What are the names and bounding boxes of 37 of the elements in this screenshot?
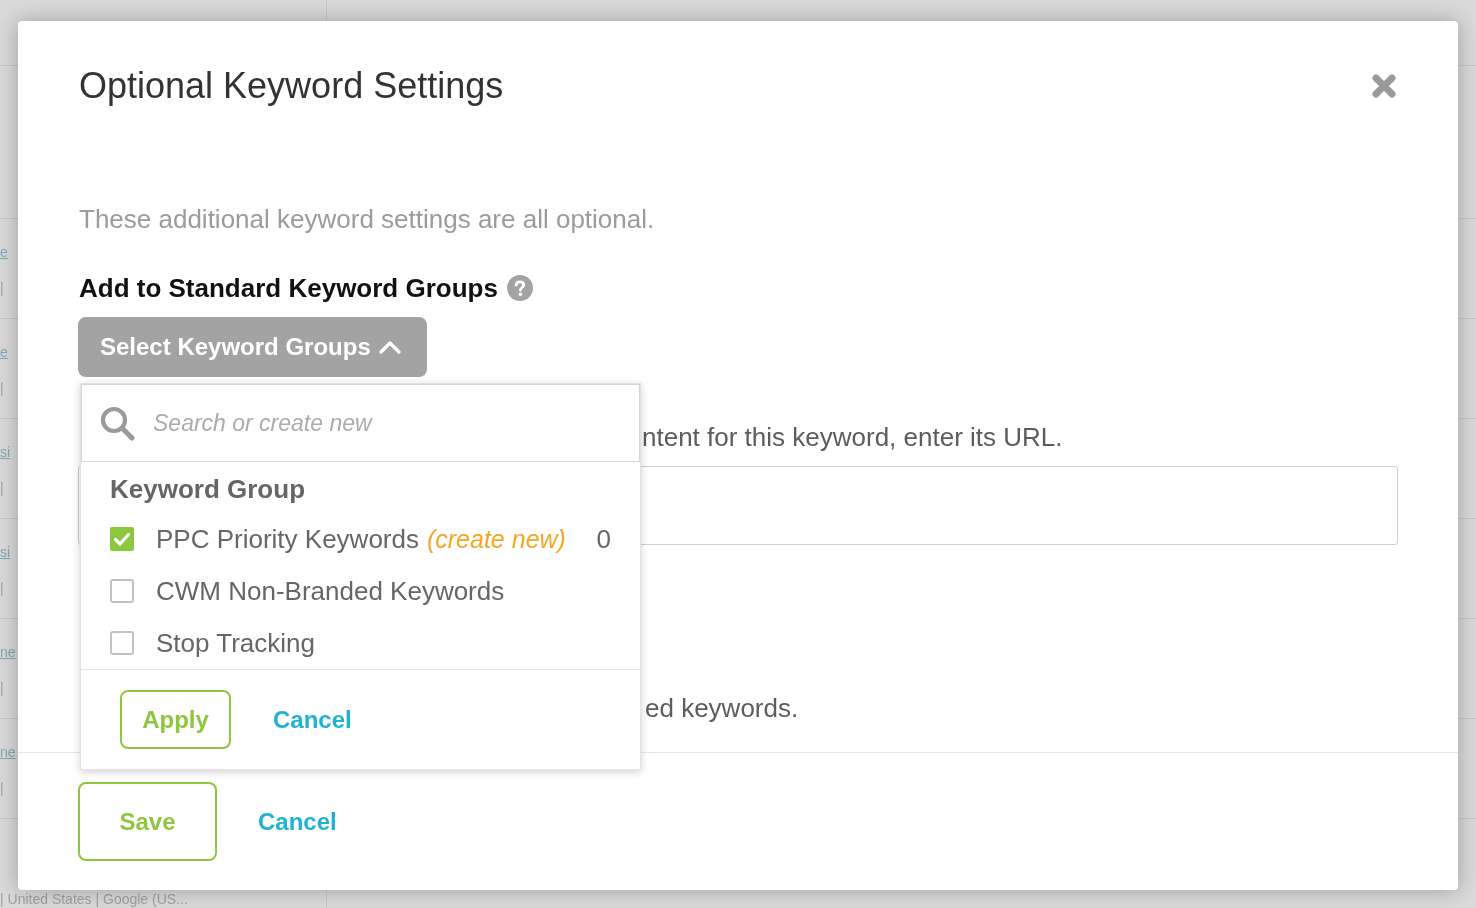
search-field[interactable]: Search or create new	[81, 384, 640, 462]
cancel-link[interactable]: Cancel	[258, 803, 337, 840]
close-icon[interactable]	[1371, 73, 1397, 99]
option-label[interactable]: PPC Priority Keywords	[156, 523, 419, 555]
help-icon	[506, 275, 533, 301]
help-text: ed keywords.	[645, 692, 799, 724]
option-label[interactable]: Stop Tracking	[156, 627, 315, 659]
background-link[interactable]: si	[0, 542, 11, 562]
section-heading: Add to Standard Keyword Groups	[79, 272, 498, 305]
background-link[interactable]: ne	[0, 642, 16, 662]
help-text: ntent for this keyword, enter its URL.	[642, 421, 1063, 453]
background-link[interactable]: ne	[0, 742, 16, 762]
checkbox[interactable]	[110, 579, 134, 603]
select-keyword-groups-button[interactable]: Select Keyword Groups	[78, 317, 427, 377]
background-text: |	[0, 779, 4, 798]
dialog-title: Optional Keyword Settings	[79, 64, 504, 108]
create-new-note: (create new)	[426, 524, 566, 555]
background-text: |	[0, 279, 4, 298]
background-link[interactable]: e	[0, 242, 8, 262]
background-link[interactable]: si	[0, 442, 11, 462]
background-text: |	[0, 579, 4, 598]
apply-button[interactable]: Apply	[120, 690, 231, 749]
caret-icon	[378, 338, 401, 356]
background-text: |	[0, 379, 4, 398]
background-text: |	[0, 679, 4, 698]
background-text: |	[0, 479, 4, 498]
search-icon	[99, 405, 135, 441]
checkbox[interactable]	[110, 527, 134, 551]
cancel-link[interactable]: Cancel	[273, 701, 352, 738]
group-heading: Keyword Group	[110, 473, 305, 505]
checkbox[interactable]	[110, 631, 134, 655]
save-button[interactable]: Save	[78, 782, 217, 861]
option-label[interactable]: CWM Non-Branded Keywords	[156, 575, 505, 607]
count-text: 0	[596, 523, 611, 555]
background-text: | United States | Google (US...	[0, 891, 188, 907]
description-text: These additional keyword settings are all optional.	[78, 203, 655, 235]
background-link[interactable]: e	[0, 342, 8, 362]
